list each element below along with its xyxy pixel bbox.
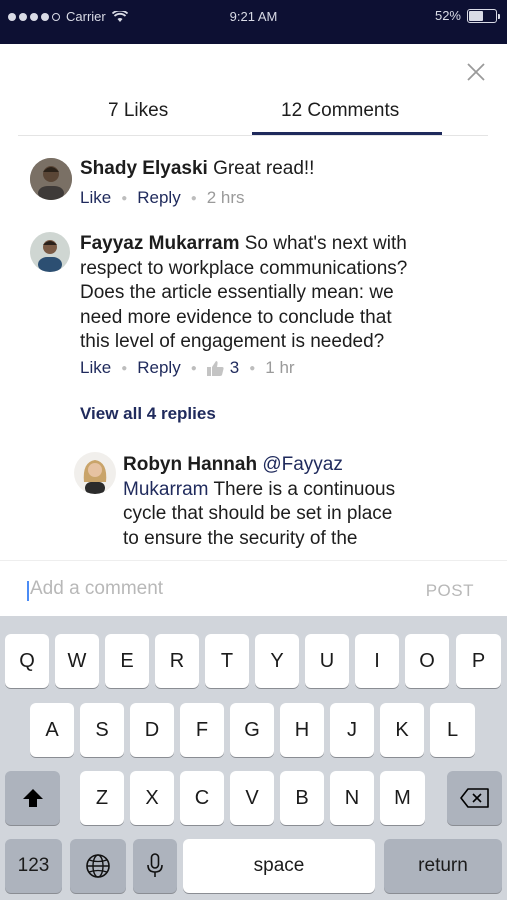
key-e[interactable]: E <box>105 634 149 688</box>
key-b[interactable]: B <box>280 771 324 825</box>
reply-body: Robyn Hannah @Fayyaz Mukarram There is a… <box>123 453 483 560</box>
comment-text-line: need more evidence to conclude that <box>80 306 392 328</box>
comment-body: Fayyaz Mukarram So what's next with resp… <box>80 232 490 355</box>
key-h[interactable]: H <box>280 703 324 757</box>
space-key[interactable]: space <box>183 839 375 893</box>
numbers-key[interactable]: 123 <box>5 839 62 893</box>
status-bar: Carrier 9:21 AM 52% <box>0 0 507 44</box>
key-g[interactable]: G <box>230 703 274 757</box>
comment-text-line: Does the article essentially mean: we <box>80 282 394 304</box>
key-k[interactable]: K <box>380 703 424 757</box>
status-time: 9:21 AM <box>229 9 278 24</box>
close-button[interactable] <box>462 58 490 86</box>
text-cursor <box>27 581 29 601</box>
separator-dot: ● <box>190 362 197 374</box>
comment-text-line: So what's next with <box>239 233 407 254</box>
comment-input[interactable]: Add a comment <box>30 578 163 600</box>
avatar[interactable] <box>74 452 116 494</box>
key-x[interactable]: X <box>130 771 174 825</box>
comment-composer: Add a comment POST <box>0 560 507 616</box>
tab-likes[interactable]: 7 Likes <box>108 100 168 122</box>
reactions-tabs: 7 Likes 12 Comments <box>18 90 488 136</box>
dictation-key[interactable] <box>133 839 177 893</box>
key-y[interactable]: Y <box>255 634 299 688</box>
reply-mention-cont[interactable]: Mukarram <box>123 479 209 500</box>
shift-icon <box>22 789 43 807</box>
key-n[interactable]: N <box>330 771 374 825</box>
like-count: 3 <box>229 358 240 377</box>
microphone-icon <box>147 853 163 877</box>
avatar-photo <box>74 452 116 494</box>
battery-percent: 52% <box>434 8 461 23</box>
key-z[interactable]: Z <box>80 771 124 825</box>
comment-author[interactable]: Fayyaz Mukarram <box>80 233 239 254</box>
globe-key[interactable] <box>70 839 126 893</box>
comment-time: 1 hr <box>265 358 295 377</box>
key-m[interactable]: M <box>380 771 425 825</box>
key-f[interactable]: F <box>180 703 224 757</box>
key-c[interactable]: C <box>180 771 224 825</box>
comment-text-line: respect to workplace communications? <box>80 257 408 279</box>
reply-mention[interactable]: @Fayyaz <box>262 454 343 475</box>
like-link[interactable]: Like <box>80 358 111 378</box>
key-j[interactable]: J <box>330 703 374 757</box>
separator-dot: ● <box>249 362 256 374</box>
key-d[interactable]: D <box>130 703 174 757</box>
thumbs-up-icon <box>206 360 224 376</box>
key-r[interactable]: R <box>155 634 199 688</box>
key-w[interactable]: W <box>55 634 99 688</box>
reply-text-line: cycle that should be set in place <box>123 503 393 525</box>
avatar-photo <box>30 232 70 272</box>
key-p[interactable]: P <box>456 634 501 688</box>
keyboard: Q W E R T Y U I O P A S D F G H J K L Z … <box>0 616 507 900</box>
key-i[interactable]: I <box>355 634 399 688</box>
comment-time: 2 hrs <box>206 188 245 207</box>
reply-link[interactable]: Reply <box>137 188 180 208</box>
comment-body: Shady Elyaski Great read!! <box>80 157 480 182</box>
avatar[interactable] <box>30 232 70 272</box>
separator-dot: ● <box>190 192 197 204</box>
comment-text: Great read!! <box>207 158 315 179</box>
active-tab-indicator <box>252 132 442 135</box>
key-o[interactable]: O <box>405 634 449 688</box>
return-key[interactable]: return <box>384 839 502 893</box>
key-v[interactable]: V <box>230 771 274 825</box>
key-q[interactable]: Q <box>5 634 49 688</box>
avatar-photo <box>30 158 72 200</box>
key-t[interactable]: T <box>205 634 249 688</box>
key-l[interactable]: L <box>430 703 475 757</box>
key-u[interactable]: U <box>305 634 349 688</box>
comment-actions: Like ● Reply ● 3 ● 1 hr <box>80 358 295 378</box>
separator-dot: ● <box>121 192 128 204</box>
reply-text-line: There is a continuous <box>208 478 396 500</box>
globe-icon <box>86 854 110 878</box>
reply-text-line: to ensure the security of the <box>123 527 358 549</box>
view-all-replies-link[interactable]: View all 4 replies <box>80 404 216 424</box>
close-icon <box>467 63 485 81</box>
shift-key[interactable] <box>5 771 60 825</box>
comment-text-line: this level of engagement is needed? <box>80 331 385 353</box>
comment-author[interactable]: Shady Elyaski <box>80 158 208 179</box>
reply-author[interactable]: Robyn Hannah <box>123 454 257 475</box>
comment-actions: Like ● Reply ● 2 hrs <box>80 188 245 208</box>
key-a[interactable]: A <box>30 703 74 757</box>
key-s[interactable]: S <box>80 703 124 757</box>
delete-key[interactable] <box>447 771 502 825</box>
avatar[interactable] <box>30 158 72 200</box>
separator-dot: ● <box>121 362 128 374</box>
battery-icon <box>467 8 500 23</box>
tab-comments[interactable]: 12 Comments <box>281 100 399 122</box>
post-button[interactable]: POST <box>426 581 474 601</box>
backspace-icon <box>459 788 489 808</box>
reply-link[interactable]: Reply <box>137 358 180 378</box>
like-link[interactable]: Like <box>80 188 111 208</box>
